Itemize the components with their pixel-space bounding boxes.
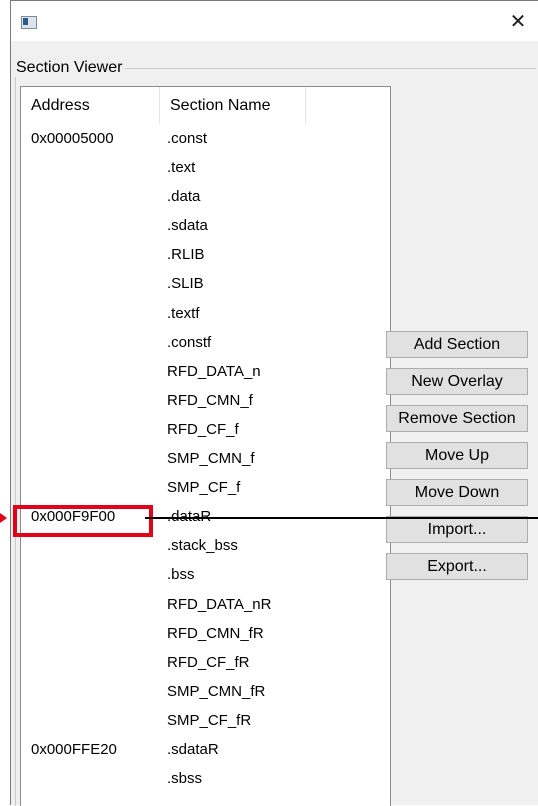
address-cell[interactable] <box>21 590 160 619</box>
table-header: Address Section Name <box>21 87 390 124</box>
table-row[interactable]: .text <box>21 153 390 182</box>
section-table[interactable]: Address Section Name 0x00005000 .const .te… <box>20 86 391 806</box>
remove-section-button[interactable]: Remove Section <box>386 405 528 432</box>
move-down-button[interactable]: Move Down <box>386 479 528 506</box>
app-window-icon <box>21 16 37 29</box>
callout-line <box>145 517 538 519</box>
address-cell[interactable] <box>21 444 160 473</box>
table-row[interactable]: RFD_CF_f <box>21 415 390 444</box>
address-cell[interactable] <box>21 357 160 386</box>
column-header-section-name[interactable]: Section Name <box>160 87 306 124</box>
section-name-cell[interactable]: SMP_CF_f <box>160 473 306 502</box>
section-name-cell[interactable]: SMP_CMN_f <box>160 444 306 473</box>
section-name-cell[interactable]: RFD_CMN_f <box>160 386 306 415</box>
table-row[interactable]: .data <box>21 182 390 211</box>
address-cell[interactable] <box>21 269 160 298</box>
table-row[interactable]: .constf <box>21 328 390 357</box>
section-name-cell[interactable]: .sbss <box>160 764 306 793</box>
address-cell[interactable] <box>21 299 160 328</box>
address-cell[interactable] <box>21 211 160 240</box>
table-row[interactable]: SMP_CMN_fR <box>21 677 390 706</box>
section-name-cell[interactable]: RFD_CMN_fR <box>160 619 306 648</box>
address-cell[interactable] <box>21 386 160 415</box>
section-name-cell[interactable]: SMP_CF_fR <box>160 706 306 735</box>
close-icon[interactable]: ✕ <box>505 9 531 35</box>
address-cell[interactable] <box>21 560 160 589</box>
section-name-cell[interactable]: .const <box>160 124 306 153</box>
table-row[interactable]: RFD_CF_fR <box>21 648 390 677</box>
table-row[interactable]: SMP_CF_f <box>21 473 390 502</box>
address-cell[interactable] <box>21 706 160 735</box>
address-cell[interactable] <box>21 328 160 357</box>
section-name-cell[interactable]: .sdata <box>160 211 306 240</box>
add-section-button[interactable]: Add Section <box>386 331 528 358</box>
table-row[interactable]: .RLIB <box>21 240 390 269</box>
export-button[interactable]: Export... <box>386 553 528 580</box>
section-name-cell[interactable]: .SLIB <box>160 269 306 298</box>
address-cell[interactable] <box>21 415 160 444</box>
section-name-cell[interactable]: SMP_CMN_fR <box>160 677 306 706</box>
table-row[interactable]: RFD_DATA_n <box>21 357 390 386</box>
table-row[interactable]: 0x000FFE20 .sdataR <box>21 735 390 764</box>
column-header-address[interactable]: Address <box>21 87 160 124</box>
move-up-button[interactable]: Move Up <box>386 442 528 469</box>
table-row[interactable]: SMP_CF_fR <box>21 706 390 735</box>
table-row[interactable]: RFD_CMN_fR <box>21 619 390 648</box>
address-cell[interactable] <box>21 648 160 677</box>
section-name-cell[interactable]: RFD_DATA_nR <box>160 590 306 619</box>
address-cell[interactable] <box>21 182 160 211</box>
address-cell[interactable]: 0x00005000 <box>21 124 160 153</box>
section-name-cell[interactable]: .sdataR <box>160 735 306 764</box>
table-row[interactable]: .sdata <box>21 211 390 240</box>
table-row[interactable]: .sbss <box>21 764 390 793</box>
address-cell[interactable] <box>21 764 160 793</box>
section-name-cell[interactable]: .data <box>160 182 306 211</box>
address-cell[interactable] <box>21 677 160 706</box>
callout-arrow-icon <box>0 513 7 523</box>
address-cell[interactable]: 0x000FFE20 <box>21 735 160 764</box>
table-row[interactable]: .textf <box>21 299 390 328</box>
section-name-cell[interactable]: RFD_CF_fR <box>160 648 306 677</box>
section-name-cell[interactable]: RFD_DATA_n <box>160 357 306 386</box>
section-name-cell[interactable]: RFD_CF_f <box>160 415 306 444</box>
address-cell[interactable] <box>21 153 160 182</box>
address-cell[interactable] <box>21 473 160 502</box>
table-body: 0x00005000 .const .text .data .sdata .RLIB .SL… <box>21 124 390 793</box>
table-row[interactable]: .bss <box>21 560 390 589</box>
title-bar: ✕ <box>11 1 538 41</box>
group-legend: Section Viewer <box>13 59 126 77</box>
address-cell[interactable] <box>21 240 160 269</box>
new-overlay-button[interactable]: New Overlay <box>386 368 528 395</box>
table-row[interactable]: .SLIB <box>21 269 390 298</box>
address-highlight-box <box>13 505 153 537</box>
import-button[interactable]: Import... <box>386 516 528 543</box>
address-cell[interactable] <box>21 619 160 648</box>
section-name-cell[interactable]: .stack_bss <box>160 531 306 560</box>
section-viewer-window: ✕ Section Viewer Address Section Name 0x… <box>10 0 538 806</box>
table-row[interactable]: SMP_CMN_f <box>21 444 390 473</box>
section-name-cell[interactable]: .text <box>160 153 306 182</box>
section-name-cell[interactable]: .textf <box>160 299 306 328</box>
section-name-cell[interactable]: .RLIB <box>160 240 306 269</box>
section-name-cell[interactable]: .constf <box>160 328 306 357</box>
table-row[interactable]: 0x00005000 .const <box>21 124 390 153</box>
section-name-cell[interactable]: .bss <box>160 560 306 589</box>
table-row[interactable]: RFD_DATA_nR <box>21 590 390 619</box>
table-row[interactable]: RFD_CMN_f <box>21 386 390 415</box>
